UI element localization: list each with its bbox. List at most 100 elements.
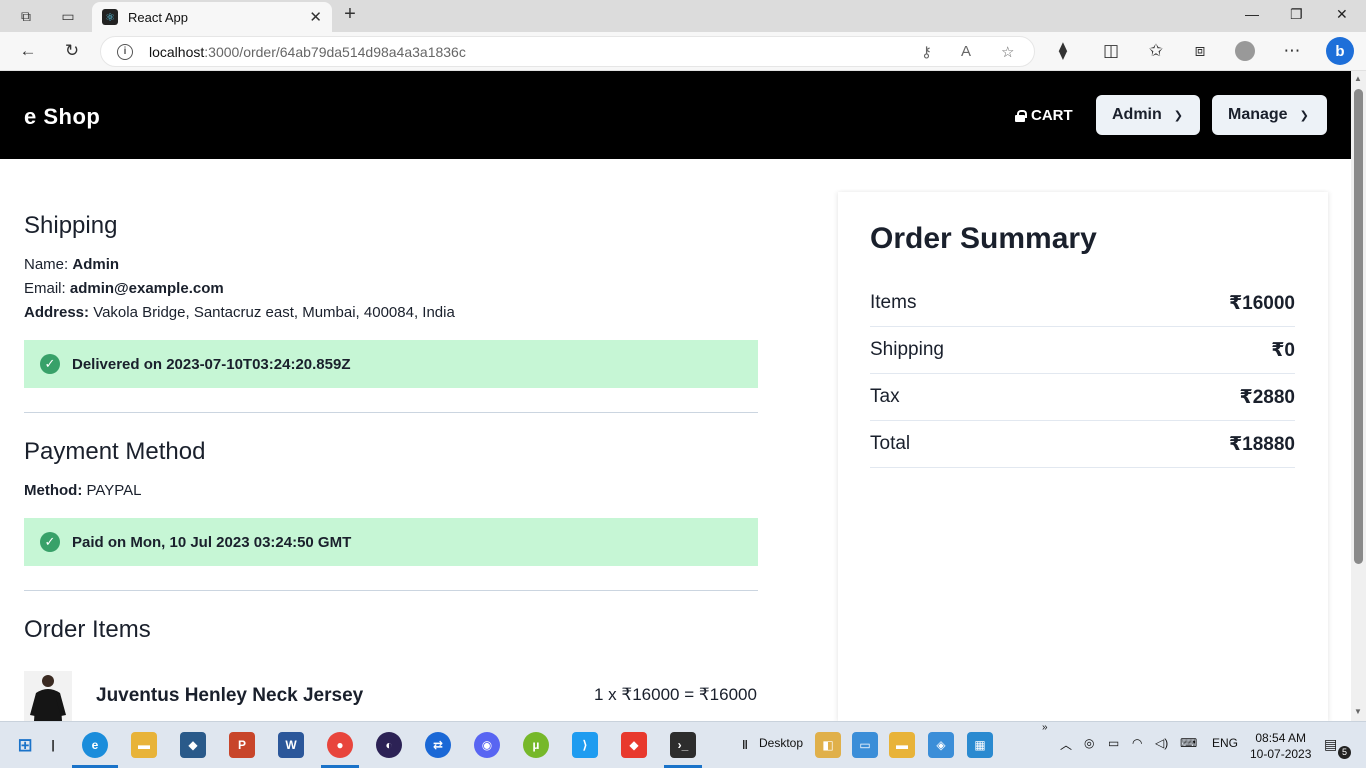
shipping-address: Address: Vakola Bridge, Santacruz east, …: [24, 304, 455, 321]
file-explorer-icon[interactable]: ▬: [131, 732, 157, 758]
word-icon[interactable]: W: [278, 732, 304, 758]
order-summary-heading: Order Summary: [870, 222, 1097, 255]
utorrent-icon[interactable]: µ: [523, 732, 549, 758]
control-panel-icon[interactable]: ▦: [967, 732, 993, 758]
summary-label: Tax: [870, 386, 900, 407]
manage-label: Manage: [1228, 106, 1288, 123]
browser-tab-active[interactable]: ⚛ React App ✕: [92, 2, 332, 32]
scroll-up-icon[interactable]: ▲: [1354, 74, 1362, 83]
restore-icon[interactable]: ❐: [1290, 6, 1303, 23]
taskbar-separator-icon: ‖: [742, 738, 748, 752]
address-bar[interactable]: i localhost:3000/order/64ab79da514d98a4a…: [100, 36, 1035, 67]
site-info-icon[interactable]: i: [117, 43, 133, 60]
product-image[interactable]: [24, 671, 72, 721]
summary-label: Total: [870, 433, 911, 454]
cart-label: CART: [1031, 107, 1073, 124]
url-path: :3000/order/64ab79da514d98a4a3a1836c: [204, 43, 466, 60]
cart-link[interactable]: CART: [1015, 107, 1073, 124]
tab-close-icon[interactable]: ✕: [309, 8, 322, 26]
workspaces-icon[interactable]: ⧉: [16, 6, 36, 26]
more-menu-icon[interactable]: ⋯: [1281, 40, 1303, 62]
user-folder-icon[interactable]: ◧: [815, 732, 841, 758]
edge-icon[interactable]: e: [82, 732, 108, 758]
keyboard-icon[interactable]: ⌨: [1180, 736, 1197, 750]
shipping-email: Email: admin@example.com: [24, 280, 224, 297]
bing-copilot-icon[interactable]: b: [1326, 37, 1354, 65]
chrome-icon[interactable]: ●: [327, 732, 353, 758]
delivered-alert: ✓ Delivered on 2023-07-10T03:24:20.859Z: [24, 340, 758, 388]
discord-icon[interactable]: ◉: [474, 732, 500, 758]
brand-logo[interactable]: e Shop: [24, 104, 100, 130]
tab-title: React App: [128, 9, 188, 25]
eclipse-icon[interactable]: ◐: [376, 732, 402, 758]
url-host: localhost: [149, 43, 205, 60]
show-hidden-icons-icon[interactable]: ︿: [1060, 736, 1072, 753]
minimize-icon[interactable]: —: [1245, 6, 1259, 22]
product-price-line: 1 x ₹16000 = ₹16000: [594, 685, 757, 704]
lock-icon: [1015, 109, 1027, 122]
volume-icon[interactable]: ◁): [1155, 736, 1168, 750]
wifi-icon[interactable]: ◠: [1132, 736, 1142, 750]
manage-menu-button[interactable]: Manage ❯: [1212, 95, 1327, 135]
profile-avatar-icon[interactable]: [1234, 40, 1256, 62]
admin-label: Admin: [1112, 106, 1162, 123]
powerpoint-icon[interactable]: P: [229, 732, 255, 758]
network-icon[interactable]: ◈: [928, 732, 954, 758]
split-screen-icon[interactable]: ◫: [1100, 40, 1122, 62]
address-value: Vakola Bridge, Santacruz east, Mumbai, 4…: [93, 304, 455, 321]
system-clock[interactable]: 08:54 AM 10-07-2023: [1250, 730, 1311, 762]
read-aloud-icon[interactable]: A: [961, 43, 971, 60]
notification-icon[interactable]: ▤: [1324, 736, 1337, 753]
meet-now-icon[interactable]: ◎: [1084, 736, 1094, 750]
address-label: Address:: [24, 304, 90, 321]
order-items-heading: Order Items: [24, 616, 151, 643]
check-circle-icon: ✓: [40, 354, 60, 374]
window-close-icon[interactable]: ✕: [1336, 6, 1348, 23]
admin-menu-button[interactable]: Admin ❯: [1096, 95, 1200, 135]
summary-row-total: Total ₹18880: [870, 421, 1295, 468]
folder-icon[interactable]: ▬: [889, 732, 915, 758]
name-label: Name:: [24, 256, 69, 273]
summary-value: ₹16000: [1228, 292, 1295, 314]
product-name[interactable]: Juventus Henley Neck Jersey: [96, 685, 363, 707]
check-circle-icon: ✓: [40, 532, 60, 552]
battery-icon[interactable]: ▭: [1108, 736, 1119, 750]
key-icon[interactable]: ⚷: [921, 43, 932, 61]
desktop-toolbar-label[interactable]: Desktop: [759, 736, 803, 750]
scroll-thumb[interactable]: [1354, 89, 1363, 564]
paid-status: Paid on Mon, 10 Jul 2023 03:24:50 GMT: [72, 533, 352, 551]
mysql-workbench-icon[interactable]: ◆: [180, 732, 206, 758]
summary-row-tax: Tax ₹2880: [870, 374, 1295, 421]
divider: [24, 590, 758, 591]
divider: [24, 412, 758, 413]
page-scrollbar[interactable]: ▲ ▼: [1351, 71, 1366, 721]
react-favicon-icon: ⚛: [102, 9, 118, 25]
windows-start-icon[interactable]: ⊞: [12, 732, 38, 758]
this-pc-icon[interactable]: ▭: [852, 732, 878, 758]
order-summary-card: Order Summary Items ₹16000 Shipping ₹0 T…: [838, 192, 1328, 722]
vscode-icon[interactable]: ⟩: [572, 732, 598, 758]
refresh-icon[interactable]: ↻: [61, 40, 83, 62]
browser-tabbar: ⧉ ▭ ⚛ React App ✕ + — ❐ ✕: [0, 0, 1366, 32]
favorite-star-icon[interactable]: ☆: [1001, 43, 1014, 61]
name-value: Admin: [72, 256, 120, 273]
toolbar-overflow-icon[interactable]: »: [1042, 722, 1048, 733]
collections-icon[interactable]: ⧈: [1189, 40, 1211, 62]
new-tab-icon[interactable]: +: [340, 3, 360, 25]
back-icon[interactable]: ←: [17, 40, 39, 62]
payment-method: Method: PAYPAL: [24, 482, 142, 499]
language-indicator[interactable]: ENG: [1212, 736, 1238, 750]
favorites-icon[interactable]: ✩: [1145, 40, 1167, 62]
extensions-icon[interactable]: ⧫: [1052, 40, 1074, 62]
terminal-icon[interactable]: ›_: [670, 732, 696, 758]
summary-row-items: Items ₹16000: [870, 280, 1295, 327]
summary-label: Shipping: [870, 339, 944, 360]
tab-actions-icon[interactable]: ▭: [58, 6, 78, 26]
notification-badge: 5: [1338, 746, 1351, 759]
anydesk-icon[interactable]: ◆: [621, 732, 647, 758]
delivered-status: Delivered on 2023-07-10T03:24:20.859Z: [72, 355, 351, 373]
shipping-name: Name: Admin: [24, 256, 119, 273]
scroll-down-icon[interactable]: ▼: [1354, 707, 1362, 716]
method-label: Method:: [24, 482, 83, 499]
teamviewer-icon[interactable]: ⇄: [425, 732, 451, 758]
